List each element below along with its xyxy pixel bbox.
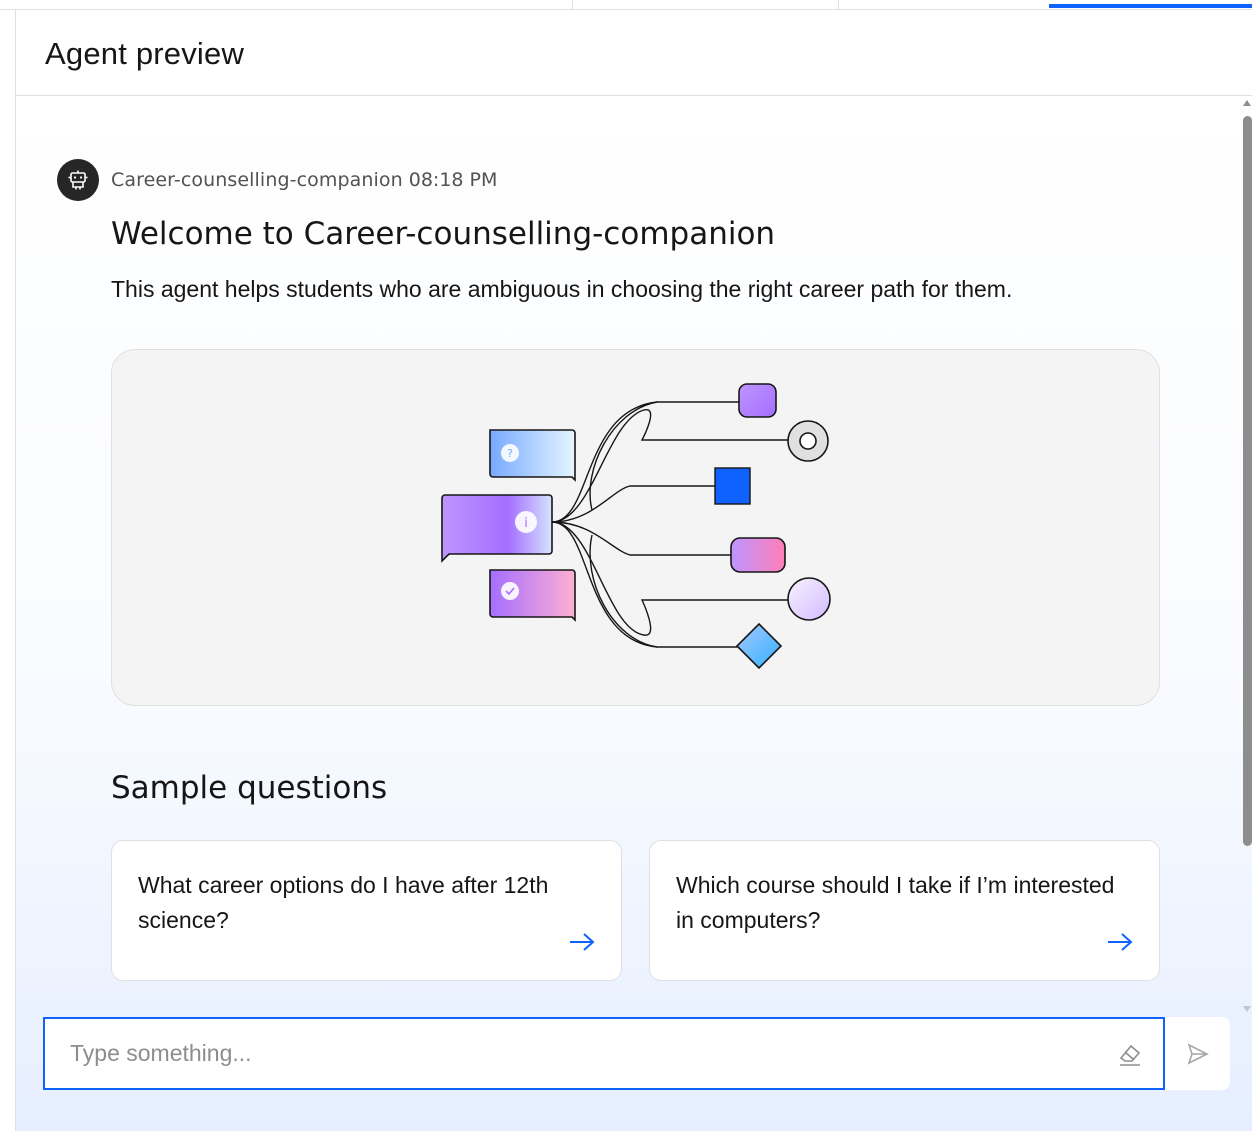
message-timestamp: 08:18 PM bbox=[408, 169, 498, 191]
panel-header: Agent preview bbox=[16, 10, 1252, 96]
scrollbar[interactable] bbox=[1241, 96, 1252, 1016]
arrow-right-icon bbox=[1108, 933, 1133, 951]
message-input[interactable] bbox=[45, 1019, 1105, 1088]
eraser-icon[interactable] bbox=[1117, 1041, 1143, 1067]
agent-name: Career-counselling-companion bbox=[111, 169, 403, 191]
send-button[interactable] bbox=[1165, 1017, 1230, 1090]
scroll-thumb[interactable] bbox=[1243, 116, 1252, 846]
agent-preview-panel: Agent preview Career-counselling-compani… bbox=[15, 10, 1252, 1131]
sample-question-card[interactable]: What career options do I have after 12th… bbox=[111, 840, 622, 981]
send-icon bbox=[1187, 1042, 1209, 1065]
scroll-up-icon[interactable] bbox=[1243, 100, 1251, 106]
sample-question-card[interactable]: Which course should I take if I’m intere… bbox=[649, 840, 1160, 981]
welcome-description: This agent helps students who are ambigu… bbox=[111, 276, 1013, 302]
tab-strip bbox=[0, 0, 1252, 10]
message-input-container[interactable] bbox=[43, 1017, 1165, 1090]
svg-text:i: i bbox=[524, 516, 528, 531]
active-tab-indicator[interactable] bbox=[1049, 4, 1252, 8]
avatar bbox=[57, 159, 99, 201]
robot-icon bbox=[68, 170, 88, 190]
sample-questions-title: Sample questions bbox=[111, 770, 388, 806]
welcome-illustration: ? i bbox=[111, 349, 1160, 706]
panel-title: Agent preview bbox=[45, 36, 245, 71]
tab-divider bbox=[572, 0, 573, 10]
message-meta: Career-counselling-companion 08:18 PM bbox=[57, 159, 497, 201]
scroll-down-icon[interactable] bbox=[1243, 1006, 1251, 1012]
app-frame: Agent preview Career-counselling-compani… bbox=[0, 0, 1252, 1131]
welcome-title: Welcome to Career-counselling-companion bbox=[111, 216, 776, 252]
svg-text:?: ? bbox=[507, 447, 513, 460]
tab-divider bbox=[838, 0, 839, 10]
arrow-right-icon bbox=[570, 933, 595, 951]
flow-illustration: ? i bbox=[441, 383, 831, 670]
sample-question-text: What career options do I have after 12th… bbox=[138, 872, 549, 933]
chat-area[interactable]: Career-counselling-companion 08:18 PM We… bbox=[16, 96, 1252, 1131]
sample-question-text: Which course should I take if I’m intere… bbox=[676, 872, 1115, 933]
